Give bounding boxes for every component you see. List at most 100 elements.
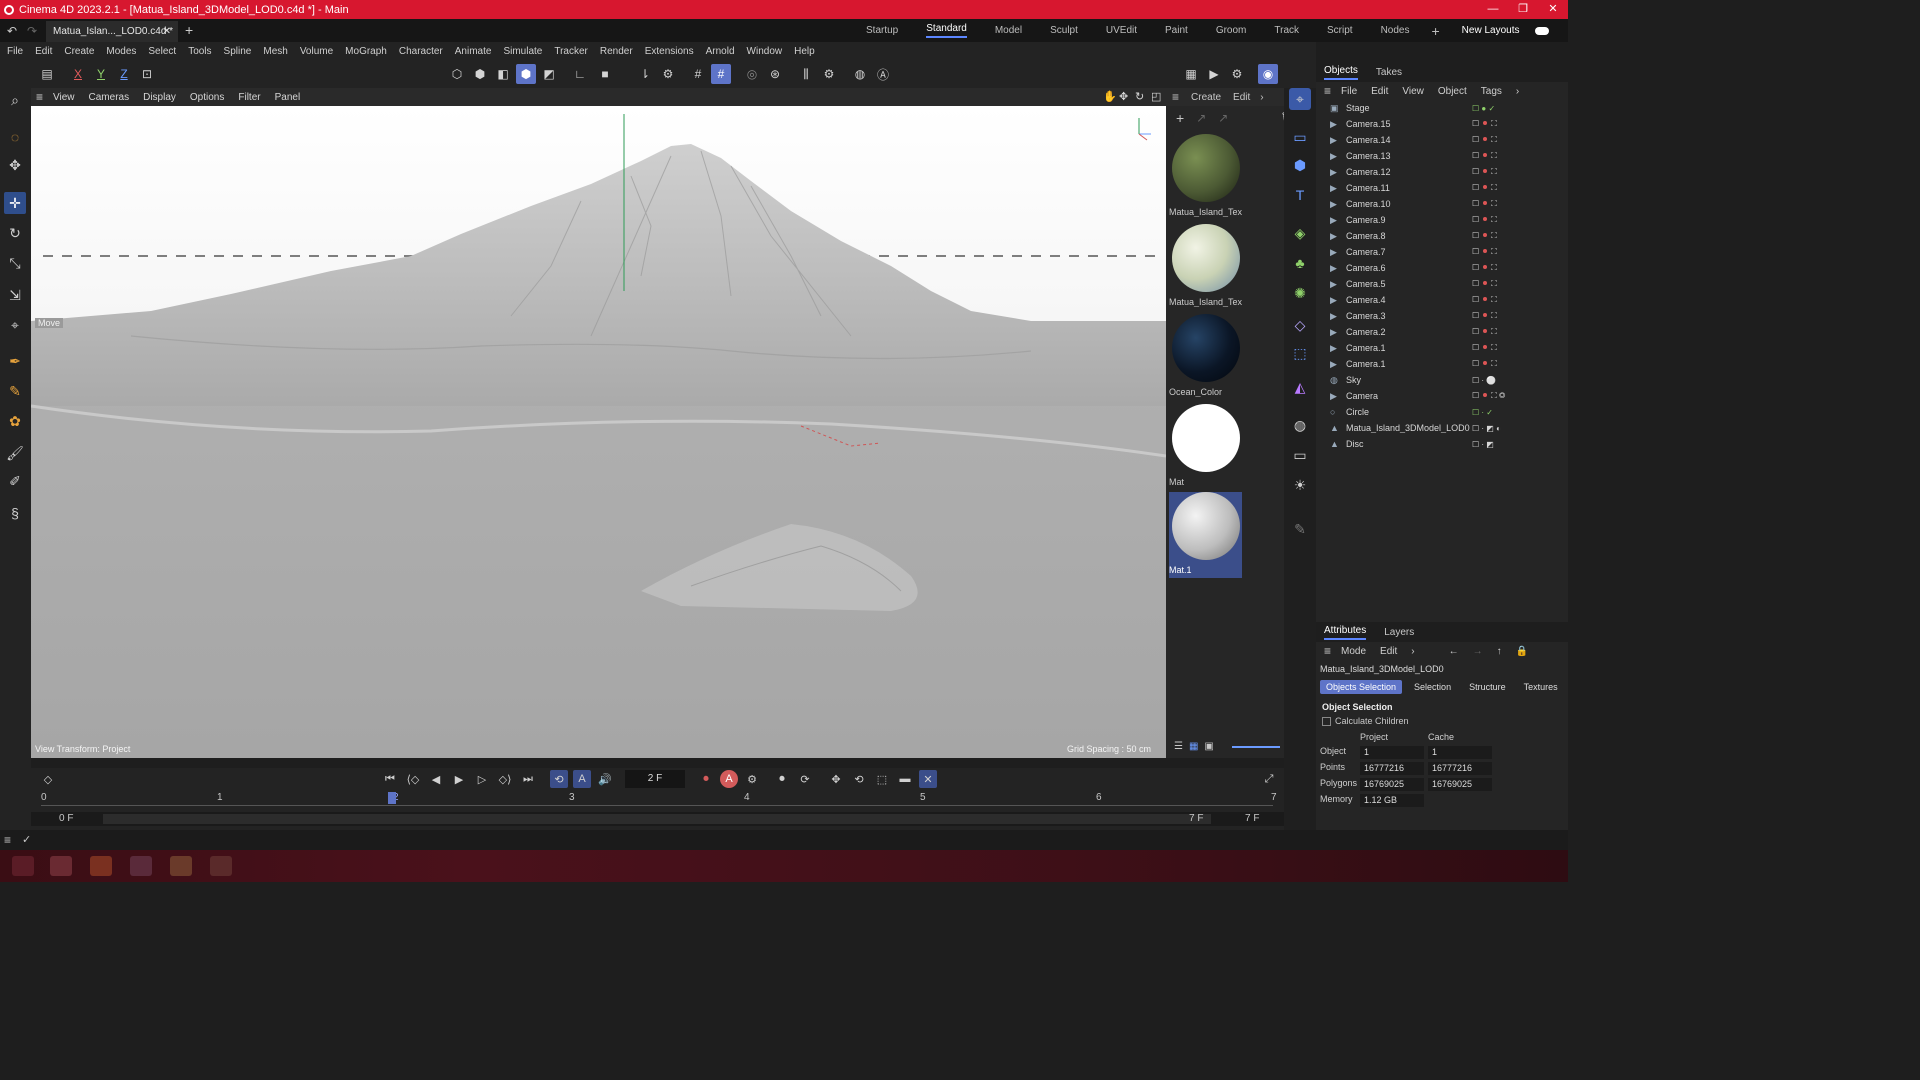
pencil-icon[interactable]: ✎ [1289, 518, 1311, 540]
uv-mode-icon[interactable]: ◩ [539, 64, 559, 84]
keyframe-icon[interactable]: ◇ [39, 770, 57, 788]
selection-tool-icon[interactable]: ✥ [4, 154, 26, 176]
field-icon[interactable]: ◭ [1289, 376, 1311, 398]
menu-tools[interactable]: Tools [188, 46, 211, 57]
play-icon[interactable]: ▶ [450, 770, 468, 788]
material-swatch[interactable]: Ocean_Color [1169, 314, 1242, 400]
menu-simulate[interactable]: Simulate [503, 46, 542, 57]
clapper-icon[interactable]: ▤ [37, 64, 57, 84]
chevron-right-icon[interactable]: › [1411, 646, 1414, 657]
preview-end-field[interactable]: 7 F [1189, 813, 1203, 824]
tab-layers[interactable]: Layers [1384, 627, 1414, 638]
keyframe-settings-icon[interactable]: ⚙ [743, 770, 761, 788]
objects-menu-icon[interactable]: ≡ [1324, 84, 1331, 98]
key-position-icon[interactable]: ⏺ [773, 770, 791, 788]
menu-help[interactable]: Help [794, 46, 815, 57]
layout-sculpt[interactable]: Sculpt [1050, 25, 1078, 36]
frame-ruler[interactable]: 0 1 2 3 4 5 6 7 [41, 792, 1277, 808]
transform-tool-icon[interactable]: ⇲ [4, 284, 26, 306]
menu-arnold[interactable]: Arnold [706, 46, 735, 57]
auto-keying-ab-icon[interactable]: A [573, 770, 591, 788]
material-swatch[interactable]: Matua_Island_Text [1169, 224, 1242, 310]
status-menu-icon[interactable]: ≡ [4, 833, 11, 847]
viewport-menu-options[interactable]: Options [190, 92, 224, 103]
undo-icon[interactable]: ↶ [7, 24, 17, 38]
3d-viewport[interactable]: Move View Transform: Project Grid Spacin… [31, 106, 1166, 758]
chevron-right-icon[interactable]: › [1260, 92, 1263, 103]
objects-menu-edit[interactable]: Edit [1371, 86, 1388, 97]
viewport-menu-display[interactable]: Display [143, 92, 176, 103]
objects-menu-object[interactable]: Object [1438, 86, 1467, 97]
next-frame-icon[interactable]: ▷ [473, 770, 491, 788]
soft-selection-icon[interactable]: ◎ [742, 64, 762, 84]
tab-takes[interactable]: Takes [1376, 67, 1402, 78]
loop-icon[interactable]: ⟲ [550, 770, 568, 788]
axis-mode-icon[interactable]: ∟ [570, 64, 590, 84]
menu-render[interactable]: Render [600, 46, 633, 57]
menu-volume[interactable]: Volume [300, 46, 333, 57]
calculate-children-checkbox[interactable] [1322, 716, 1331, 726]
chevron-right-icon[interactable]: › [1516, 86, 1519, 97]
generator-icon[interactable]: ✺ [1289, 282, 1311, 304]
attributes-menu-edit[interactable]: Edit [1380, 646, 1397, 657]
hamburger-icon[interactable]: ≡ [36, 90, 43, 104]
taskbar-app-icon[interactable] [130, 856, 152, 876]
next-keyframe-icon[interactable]: ◇⟩ [496, 770, 514, 788]
deformer-icon[interactable]: ◇ [1289, 314, 1311, 336]
maximize-view-icon[interactable]: ◰ [1151, 90, 1161, 103]
new-layouts-toggle[interactable] [1535, 26, 1550, 35]
objects-selection-button[interactable]: Objects Selection [1320, 680, 1403, 694]
playhead[interactable] [388, 792, 397, 804]
edit-render-settings-icon[interactable]: ⚙ [1227, 64, 1247, 84]
x-axis-button[interactable]: X [68, 64, 88, 84]
spline-shapes-icon[interactable]: ✿ [4, 410, 26, 432]
material-swatch-selected[interactable]: Mat.1 [1169, 492, 1242, 578]
large-view-icon[interactable]: ▣ [1204, 741, 1213, 752]
material-menu-icon[interactable]: ≡ [1172, 90, 1179, 104]
spline-smooth-icon[interactable]: § [4, 502, 26, 524]
grid-snap-icon[interactable]: # [688, 64, 708, 84]
layout-nodes[interactable]: Nodes [1381, 25, 1410, 36]
symmetry-settings-icon[interactable]: ⚙ [819, 64, 839, 84]
menu-character[interactable]: Character [399, 46, 443, 57]
previous-frame-icon[interactable]: ◀ [427, 770, 445, 788]
current-frame-field[interactable]: 2 F [625, 770, 685, 788]
menu-mesh[interactable]: Mesh [263, 46, 287, 57]
render-settings-icon[interactable]: ⊛ [765, 64, 785, 84]
forward-arrow-icon[interactable]: → [1473, 646, 1483, 657]
menu-select[interactable]: Select [148, 46, 176, 57]
orbit-view-icon[interactable]: ↻ [1135, 90, 1144, 103]
workplane-snap-icon[interactable]: # [711, 64, 731, 84]
end-frame-field[interactable]: 7 F [1245, 813, 1259, 824]
layout-script[interactable]: Script [1327, 25, 1353, 36]
new-material-icon[interactable]: + [1176, 110, 1184, 126]
timeline-toggle-icon[interactable]: ▬ [896, 770, 914, 788]
menu-modes[interactable]: Modes [106, 46, 136, 57]
render-view-icon[interactable]: ▦ [1181, 64, 1201, 84]
layout-track[interactable]: Track [1274, 25, 1299, 36]
menu-extensions[interactable]: Extensions [645, 46, 694, 57]
menu-file[interactable]: File [7, 46, 23, 57]
viewport-menu-panel[interactable]: Panel [275, 92, 301, 103]
texture-mode-icon[interactable]: ■ [595, 64, 615, 84]
objects-menu-file[interactable]: File [1341, 86, 1357, 97]
go-to-start-icon[interactable]: ⏮ [381, 770, 399, 788]
menu-mograph[interactable]: MoGraph [345, 46, 387, 57]
polygons-mode-icon[interactable]: ◧ [493, 64, 513, 84]
menu-spline[interactable]: Spline [224, 46, 252, 57]
back-arrow-icon[interactable]: ← [1449, 646, 1459, 657]
layout-startup[interactable]: Startup [866, 25, 898, 36]
coordinate-system-icon[interactable]: ⊡ [137, 64, 157, 84]
key-param-icon[interactable]: ⟲ [850, 770, 868, 788]
selection-button[interactable]: Selection [1408, 680, 1457, 694]
taskbar-app-icon[interactable] [90, 856, 112, 876]
spline-pen-icon[interactable]: ✒ [4, 350, 26, 372]
placement-tool-icon[interactable]: ⌖ [4, 314, 26, 336]
material-menu-edit[interactable]: Edit [1233, 92, 1250, 103]
tab-attributes[interactable]: Attributes [1324, 625, 1367, 640]
go-to-end-icon[interactable]: ⏭ [519, 770, 537, 788]
dolly-view-icon[interactable]: ✥ [1119, 90, 1128, 103]
render-to-picture-viewer-icon[interactable]: ▶ [1204, 64, 1224, 84]
camera-icon[interactable]: ▭ [1289, 444, 1311, 466]
edges-mode-icon[interactable]: ⬢ [470, 64, 490, 84]
